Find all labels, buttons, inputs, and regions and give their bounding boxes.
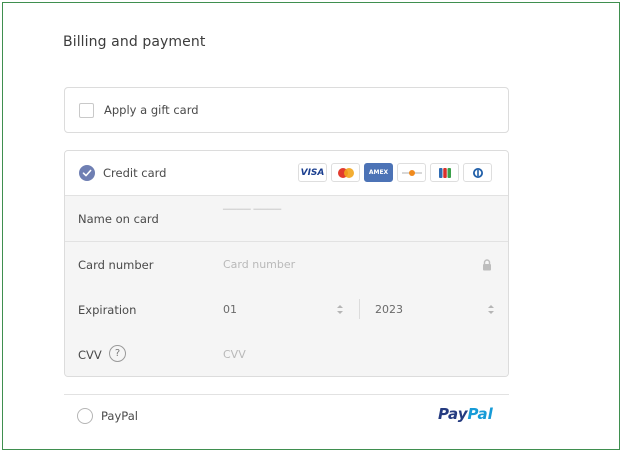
page-title: Billing and payment [63,34,206,50]
checkmark-icon [82,169,92,177]
mastercard-logo [331,163,360,182]
amex-logo: AMEX [364,163,393,182]
visa-logo: VISA [298,163,327,182]
gift-card-label: Apply a gift card [104,103,199,117]
cvv-row: CVV ? CVV [65,332,508,376]
gift-card-checkbox[interactable] [79,103,94,118]
discover-logo [397,163,426,182]
gift-card-option[interactable]: Apply a gift card [64,87,509,133]
paypal-label: PayPal [101,409,138,423]
cvv-label: CVV [78,348,102,362]
name-on-card-row: Name on card ▔▔▔▔ ▔▔▔▔ [65,196,508,242]
year-chevron-updown-icon[interactable] [487,304,495,315]
card-number-input[interactable]: Card number [223,258,295,271]
name-on-card-input[interactable]: ▔▔▔▔ ▔▔▔▔ [223,210,281,220]
lock-icon [483,259,491,271]
expiration-label: Expiration [78,303,137,317]
month-chevron-updown-icon[interactable] [336,304,344,315]
credit-card-header[interactable]: Credit card VISA AMEX [65,151,508,196]
section-divider [64,394,509,395]
credit-card-panel: Credit card VISA AMEX Name on card ▔▔▔▔ … [64,150,509,377]
expiration-month-select[interactable]: 01 [223,303,237,316]
name-on-card-label: Name on card [78,212,159,226]
expiration-year-select[interactable]: 2023 [375,303,403,316]
paypal-logo: PayPal [438,405,493,423]
card-number-row: Card number Card number [65,242,508,288]
credit-card-radio[interactable] [79,165,95,181]
help-icon[interactable]: ? [109,345,126,362]
paypal-radio[interactable] [77,408,93,424]
card-number-label: Card number [78,258,154,272]
expiration-divider [359,299,360,319]
jcb-logo [430,163,459,182]
diners-logo [463,163,492,182]
credit-card-label: Credit card [103,166,167,180]
cvv-input[interactable]: CVV [223,348,246,361]
expiration-row: Expiration 01 2023 [65,287,508,333]
